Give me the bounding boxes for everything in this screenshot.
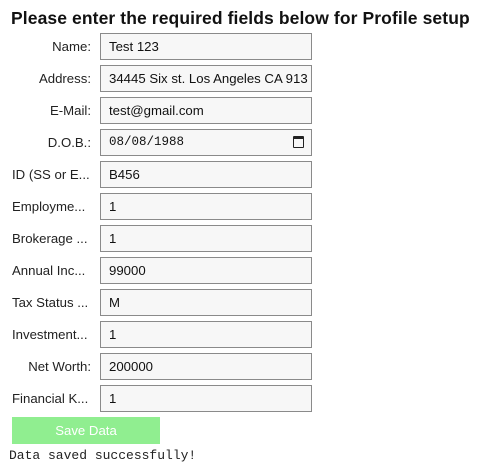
name-label: Name:: [52, 39, 91, 54]
id-row: ID (SS or E... B456: [0, 161, 320, 188]
name-field[interactable]: Test 123: [100, 33, 312, 60]
name-row: Name: Test 123: [0, 33, 320, 60]
calendar-icon[interactable]: [293, 136, 304, 148]
status-message: Data saved successfully!: [9, 448, 197, 463]
investment-row: Investment... 1: [0, 321, 320, 348]
address-row: Address: 34445 Six st. Los Angeles CA 91…: [0, 65, 320, 92]
id-label: ID (SS or E...: [12, 167, 90, 182]
email-field[interactable]: test@gmail.com: [100, 97, 312, 124]
tax-status-field[interactable]: M: [100, 289, 312, 316]
brokerage-row: Brokerage ... 1: [0, 225, 320, 252]
save-data-button[interactable]: Save Data: [12, 417, 160, 444]
email-label: E-Mail:: [49, 103, 91, 118]
annual-income-row: Annual Inc... 99000: [0, 257, 320, 284]
net-worth-label: Net Worth:: [28, 359, 91, 374]
employment-field[interactable]: 1: [100, 193, 312, 220]
financial-knowledge-row: Financial K... 1: [0, 385, 320, 412]
address-field[interactable]: 34445 Six st. Los Angeles CA 913: [100, 65, 312, 92]
tax-status-label: Tax Status ...: [12, 295, 89, 310]
brokerage-label: Brokerage ...: [12, 231, 88, 246]
tax-status-row: Tax Status ... M: [0, 289, 320, 316]
brokerage-field[interactable]: 1: [100, 225, 312, 252]
net-worth-row: Net Worth: 200000: [0, 353, 320, 380]
investment-field[interactable]: 1: [100, 321, 312, 348]
dob-row: D.O.B.: 08/08/1988: [0, 129, 320, 156]
financial-knowledge-field[interactable]: 1: [100, 385, 312, 412]
investment-label: Investment...: [12, 327, 88, 342]
employment-label: Employme...: [12, 199, 86, 214]
page-title: Please enter the required fields below f…: [11, 8, 470, 28]
dob-field[interactable]: 08/08/1988: [100, 129, 312, 156]
net-worth-field[interactable]: 200000: [100, 353, 312, 380]
dob-label: D.O.B.:: [47, 135, 91, 150]
financial-knowledge-label: Financial K...: [12, 391, 89, 406]
dob-value: 08/08/1988: [109, 135, 185, 149]
employment-row: Employme... 1: [0, 193, 320, 220]
annual-income-field[interactable]: 99000: [100, 257, 312, 284]
annual-income-label: Annual Inc...: [12, 263, 86, 278]
email-row: E-Mail: test@gmail.com: [0, 97, 320, 124]
id-field[interactable]: B456: [100, 161, 312, 188]
address-label: Address:: [38, 71, 91, 86]
